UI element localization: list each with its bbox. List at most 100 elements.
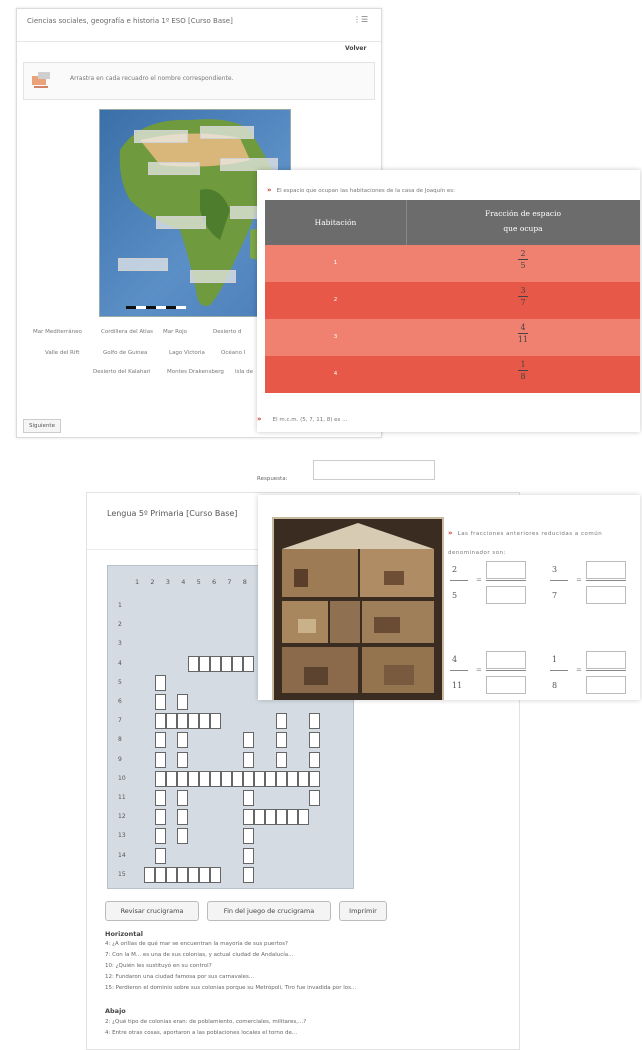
- crossword-cell[interactable]: [221, 655, 232, 672]
- numerator-input[interactable]: [486, 561, 526, 579]
- draggable-word[interactable]: Cordillera del Atlas: [101, 329, 153, 335]
- crossword-cell[interactable]: [254, 809, 265, 826]
- crossword-cell[interactable]: [155, 770, 166, 787]
- crossword-cell[interactable]: [155, 751, 166, 768]
- crossword-cell[interactable]: [298, 770, 309, 787]
- crossword-cell[interactable]: [243, 847, 254, 864]
- draggable-word[interactable]: Valle del Rift: [45, 350, 79, 356]
- crossword-cell[interactable]: [243, 770, 254, 787]
- denominator-input[interactable]: [586, 676, 626, 694]
- finish-crossword-button[interactable]: Fin del juego de crucigrama: [207, 901, 331, 921]
- crossword-cell[interactable]: [243, 790, 254, 806]
- crossword-cell[interactable]: [276, 713, 287, 730]
- check-crossword-button[interactable]: Revisar crucigrama: [105, 901, 199, 921]
- numerator-input[interactable]: [586, 651, 626, 669]
- crossword-cell[interactable]: [243, 655, 254, 672]
- crossword-cell[interactable]: [188, 866, 199, 883]
- crossword-cell[interactable]: [155, 866, 166, 883]
- crossword-cell[interactable]: [155, 694, 166, 710]
- crossword-cell[interactable]: [177, 828, 188, 845]
- drop-zone[interactable]: [148, 162, 200, 175]
- crossword-cell[interactable]: [243, 828, 254, 845]
- draggable-word[interactable]: Mar Rojo: [163, 329, 187, 335]
- crossword-cell[interactable]: [155, 713, 166, 730]
- crossword-cell[interactable]: [276, 732, 287, 749]
- crossword-cell[interactable]: [155, 790, 166, 806]
- crossword-cell[interactable]: [265, 770, 276, 787]
- menu-icon[interactable]: ⋮☰: [353, 15, 368, 24]
- draggable-word[interactable]: Océano I: [221, 350, 245, 356]
- crossword-cell[interactable]: [309, 790, 320, 806]
- crossword-cell[interactable]: [144, 866, 155, 883]
- crossword-cell[interactable]: [265, 809, 276, 826]
- crossword-cell[interactable]: [309, 732, 320, 749]
- drop-zone[interactable]: [190, 270, 236, 283]
- crossword-cell[interactable]: [166, 713, 177, 730]
- crossword-cell[interactable]: [287, 770, 298, 787]
- crossword-cell[interactable]: [210, 713, 221, 730]
- drop-zone[interactable]: [200, 126, 254, 139]
- crossword-cell[interactable]: [177, 790, 188, 806]
- crossword-cell[interactable]: [177, 713, 188, 730]
- crossword-cell[interactable]: [177, 809, 188, 826]
- denominator-input[interactable]: [486, 586, 526, 604]
- crossword-cell[interactable]: [199, 770, 210, 787]
- crossword-cell[interactable]: [177, 694, 188, 710]
- answer-input[interactable]: [313, 460, 435, 480]
- next-button[interactable]: Siguiente: [23, 419, 61, 433]
- draggable-word[interactable]: Mar Mediterráneo: [33, 329, 82, 335]
- crossword-cell[interactable]: [155, 732, 166, 749]
- crossword-cell[interactable]: [210, 655, 221, 672]
- denominator-input[interactable]: [586, 586, 626, 604]
- crossword-cell[interactable]: [199, 866, 210, 883]
- crossword-cell[interactable]: [210, 866, 221, 883]
- crossword-cell[interactable]: [276, 751, 287, 768]
- crossword-cell[interactable]: [199, 713, 210, 730]
- drop-zone[interactable]: [134, 130, 188, 143]
- print-button[interactable]: Imprimir: [339, 901, 387, 921]
- crossword-cell[interactable]: [166, 866, 177, 883]
- crossword-cell[interactable]: [243, 809, 254, 826]
- draggable-word[interactable]: Isla de: [235, 369, 253, 375]
- crossword-cell[interactable]: [177, 732, 188, 749]
- crossword-cell[interactable]: [298, 809, 309, 826]
- drop-zone[interactable]: [156, 216, 206, 229]
- crossword-cell[interactable]: [155, 847, 166, 864]
- crossword-cell[interactable]: [155, 674, 166, 691]
- crossword-cell[interactable]: [199, 655, 210, 672]
- crossword-cell[interactable]: [188, 770, 199, 787]
- crossword-cell[interactable]: [243, 751, 254, 768]
- crossword-cell[interactable]: [243, 732, 254, 749]
- crossword-cell[interactable]: [221, 770, 232, 787]
- crossword-cell[interactable]: [309, 770, 320, 787]
- crossword-cell[interactable]: [287, 809, 298, 826]
- numerator-input[interactable]: [586, 561, 626, 579]
- draggable-word[interactable]: Desierto d: [213, 329, 241, 335]
- drop-zone[interactable]: [118, 258, 168, 271]
- crossword-cell[interactable]: [232, 770, 243, 787]
- crossword-cell[interactable]: [243, 866, 254, 883]
- crossword-cell[interactable]: [155, 828, 166, 845]
- crossword-cell[interactable]: [155, 809, 166, 826]
- crossword-cell[interactable]: [210, 770, 221, 787]
- crossword-cell[interactable]: [177, 866, 188, 883]
- crossword-cell[interactable]: [276, 770, 287, 787]
- draggable-word[interactable]: Lago Victoria: [169, 350, 205, 356]
- crossword-cell[interactable]: [254, 770, 265, 787]
- crossword-cell[interactable]: [309, 713, 320, 730]
- crossword-cell[interactable]: [177, 770, 188, 787]
- denominator-input[interactable]: [486, 676, 526, 694]
- numerator-input[interactable]: [486, 651, 526, 669]
- crossword-cell[interactable]: [276, 809, 287, 826]
- crossword-cell[interactable]: [232, 655, 243, 672]
- draggable-word[interactable]: Montes Drakensberg: [167, 369, 224, 375]
- crossword-cell[interactable]: [166, 770, 177, 787]
- crossword-cell[interactable]: [177, 751, 188, 768]
- back-link[interactable]: Volver: [345, 45, 366, 52]
- fraction-value: 37: [406, 285, 640, 308]
- crossword-cell[interactable]: [188, 655, 199, 672]
- crossword-cell[interactable]: [309, 751, 320, 768]
- crossword-cell[interactable]: [188, 713, 199, 730]
- draggable-word[interactable]: Golfo de Guinea: [103, 350, 147, 356]
- draggable-word[interactable]: Desierto del Kalahari: [93, 369, 151, 375]
